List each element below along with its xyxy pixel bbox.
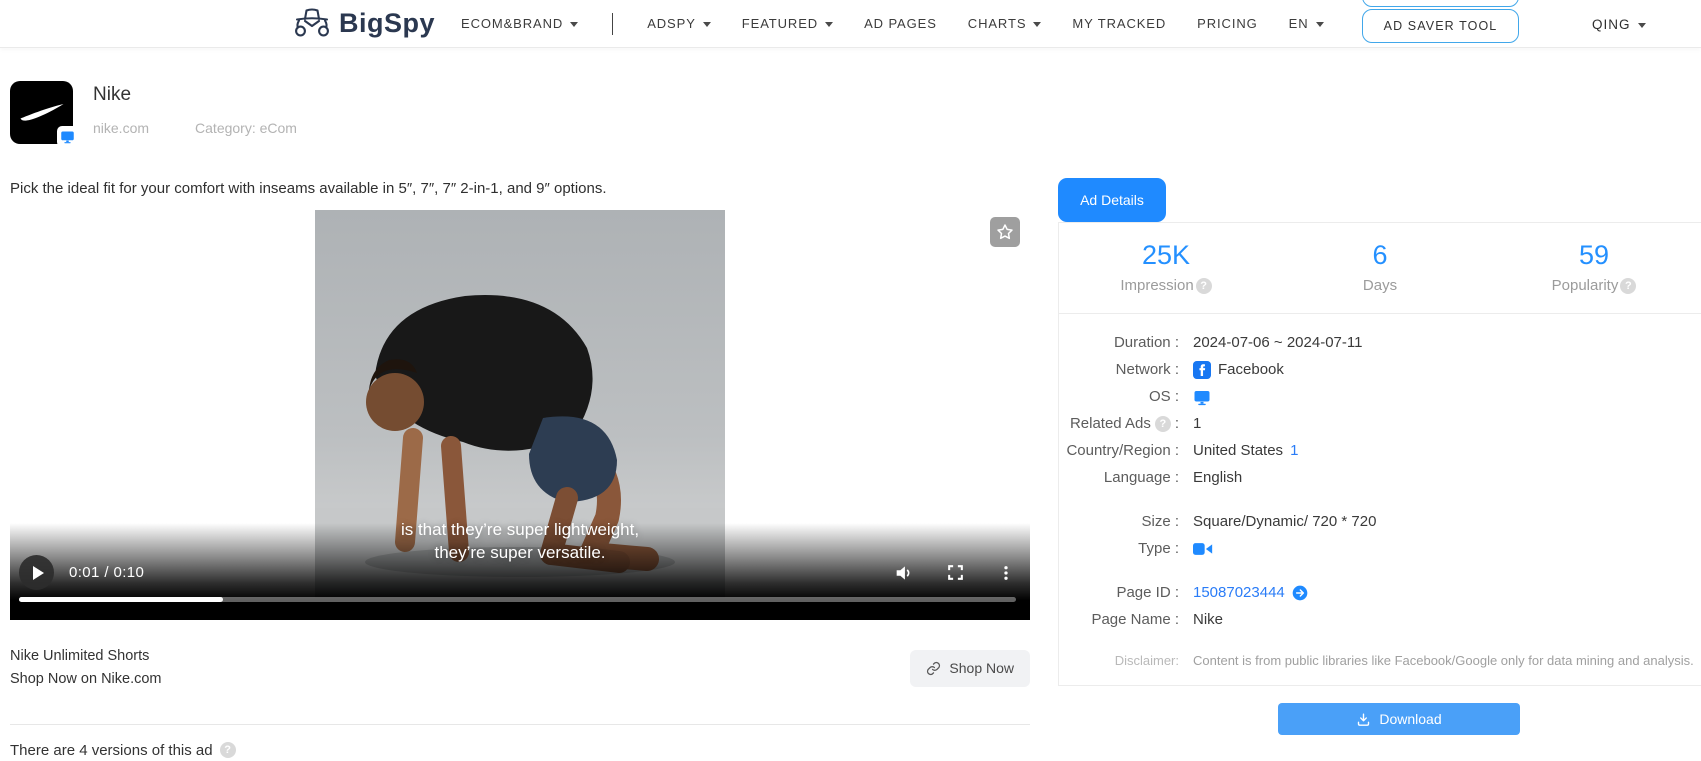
advertiser-category: Category: eCom xyxy=(195,120,297,136)
link-icon xyxy=(927,661,941,676)
video-progress-fill xyxy=(19,597,224,602)
favorite-star-button[interactable] xyxy=(990,217,1020,247)
chevron-down-icon xyxy=(702,22,711,27)
play-icon xyxy=(32,565,44,580)
nav-item-charts[interactable]: CHARTS xyxy=(968,16,1042,31)
chevron-down-icon xyxy=(1315,22,1324,27)
nav-item-ad-pages[interactable]: AD PAGES xyxy=(864,16,937,31)
advertiser-name: Nike xyxy=(93,84,132,105)
bigspy-logo[interactable]: BigSpy xyxy=(292,6,435,42)
nav-item-my-tracked[interactable]: MY TRACKED xyxy=(1072,16,1166,31)
download-button[interactable]: Download xyxy=(1278,703,1520,735)
more-options-button[interactable] xyxy=(994,561,1018,585)
nav-item-featured[interactable]: FEATURED xyxy=(742,16,834,31)
row-size: Size : Square/Dynamic/ 720 * 720 xyxy=(1141,513,1377,530)
clipped-top-button[interactable] xyxy=(1362,0,1519,7)
nav-divider xyxy=(612,12,614,35)
kebab-menu-icon xyxy=(1004,565,1008,580)
row-language: Language : English xyxy=(1103,469,1243,486)
stat-popularity: 59 Popularity xyxy=(1487,223,1701,313)
page-id-link[interactable]: 15087023444 xyxy=(1193,584,1285,601)
video-controls: 0:01 / 0:10 xyxy=(19,555,1018,590)
advertiser-domain: nike.com xyxy=(93,120,150,136)
video-timestamp: 0:01 / 0:10 xyxy=(69,564,145,581)
download-icon xyxy=(1358,713,1370,726)
tab-ad-details[interactable]: Ad Details xyxy=(1058,178,1166,222)
ad-body-text: Pick the ideal fit for your comfort with… xyxy=(10,180,607,197)
main-nav: ECOM&BRAND ADSPY FEATURED AD PAGES CHART… xyxy=(461,12,1324,35)
advertiser-logo[interactable] xyxy=(10,81,78,147)
advertiser-info: Nike nike.com Category: eCom xyxy=(93,81,297,144)
row-network: Network : Facebook xyxy=(1115,360,1284,379)
row-os: OS : xyxy=(1059,383,1701,410)
nav-item-ecom-brand[interactable]: ECOM&BRAND xyxy=(461,16,579,31)
row-country: Country/Region : United States 1 xyxy=(1066,442,1299,459)
versions-note: There are 4 versions of this ad xyxy=(10,742,1030,759)
ad-detail-main: Nike nike.com Category: eCom Pick the id… xyxy=(10,48,1030,759)
bigspy-spy-icon xyxy=(295,7,329,36)
row-page-name: Page Name : Nike xyxy=(1091,611,1224,628)
top-navigation: BigSpy ECOM&BRAND ADSPY FEATURED AD PAGE… xyxy=(0,0,1701,48)
fullscreen-icon xyxy=(947,565,963,580)
nav-item-language[interactable]: EN xyxy=(1289,16,1324,31)
ad-title: Nike Unlimited Shorts xyxy=(10,648,150,664)
question-mark-icon[interactable] xyxy=(1154,415,1171,432)
advertiser-header: Nike nike.com Category: eCom xyxy=(10,81,1030,147)
star-icon xyxy=(997,224,1013,240)
play-button[interactable] xyxy=(19,555,54,590)
nav-item-adspy[interactable]: ADSPY xyxy=(647,16,711,31)
facebook-icon xyxy=(1193,360,1211,379)
chevron-down-icon xyxy=(825,22,834,27)
speaker-icon xyxy=(896,565,910,580)
video-progress-bar[interactable] xyxy=(19,597,1016,602)
stat-days: 6 Days xyxy=(1362,240,1398,294)
country-count-link[interactable]: 1 xyxy=(1290,442,1298,459)
arrow-right-circle-icon[interactable] xyxy=(1292,585,1308,601)
desktop-monitor-icon xyxy=(1194,390,1210,405)
question-mark-icon[interactable] xyxy=(1195,277,1212,294)
stat-impression: 25K Impression xyxy=(1059,223,1273,313)
row-related-ads: Related Ads : 1 xyxy=(1059,410,1701,437)
fullscreen-button[interactable] xyxy=(943,561,967,585)
row-type: Type : xyxy=(1059,535,1701,562)
chevron-down-icon xyxy=(1637,22,1646,28)
chevron-down-icon xyxy=(1033,22,1042,27)
ad-saver-tool-button[interactable]: AD SAVER TOOL xyxy=(1362,9,1519,43)
section-divider xyxy=(10,723,1030,725)
ad-stats: 25K Impression 6 Days 59 Popularity xyxy=(1059,223,1701,314)
ad-details-panel: Ad Details 25K Impression 6 Days 59 Popu… xyxy=(1058,178,1701,735)
ad-media: is that they’re super lightweight, they’… xyxy=(10,210,1030,620)
row-page-id: Page ID : 15087023444 xyxy=(1059,579,1701,606)
row-duration: Duration : 2024-07-06 ~ 2024-07-11 xyxy=(1113,334,1363,351)
chevron-down-icon xyxy=(570,22,579,27)
ad-footer: Nike Unlimited Shorts Shop Now on Nike.c… xyxy=(10,645,1030,692)
video-camera-icon xyxy=(1193,542,1213,555)
nike-swoosh-icon xyxy=(20,103,63,121)
ad-link-text: Shop Now on Nike.com xyxy=(10,671,162,688)
disclaimer: Disclaimer: Content is from public libra… xyxy=(1114,653,1694,668)
question-mark-icon[interactable] xyxy=(1620,277,1637,294)
desktop-monitor-icon xyxy=(57,126,78,147)
nav-item-pricing[interactable]: PRICING xyxy=(1197,16,1257,31)
user-account-menu[interactable]: QING xyxy=(1592,0,1646,48)
shop-now-button[interactable]: Shop Now xyxy=(910,649,1030,687)
question-mark-icon[interactable] xyxy=(219,742,236,759)
volume-button[interactable] xyxy=(892,561,916,585)
bigspy-logo-text: BigSpy xyxy=(339,8,436,38)
